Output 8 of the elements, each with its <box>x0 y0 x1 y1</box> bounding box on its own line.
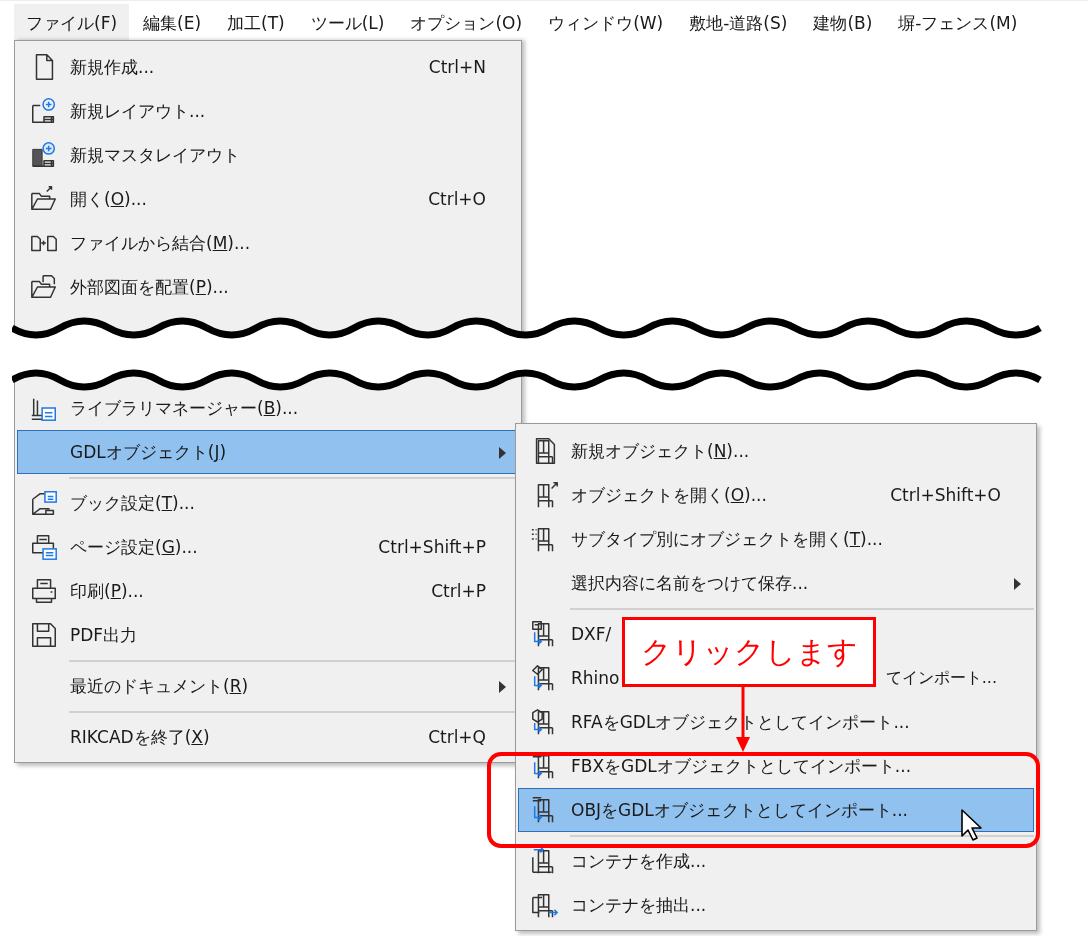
callout-label: クリックします <box>622 617 876 687</box>
shortcut-label: Ctrl+Shift+P <box>378 537 486 557</box>
shortcut-label: Ctrl+Q <box>428 727 486 747</box>
shortcut-label: Ctrl+P <box>431 581 486 601</box>
shortcut-label: Ctrl+Shift+O <box>890 485 1001 505</box>
menu-item-text: てインポート... <box>885 667 997 689</box>
shortcut-label: Ctrl+O <box>428 189 486 209</box>
shortcut-label: Ctrl+N <box>428 57 486 77</box>
